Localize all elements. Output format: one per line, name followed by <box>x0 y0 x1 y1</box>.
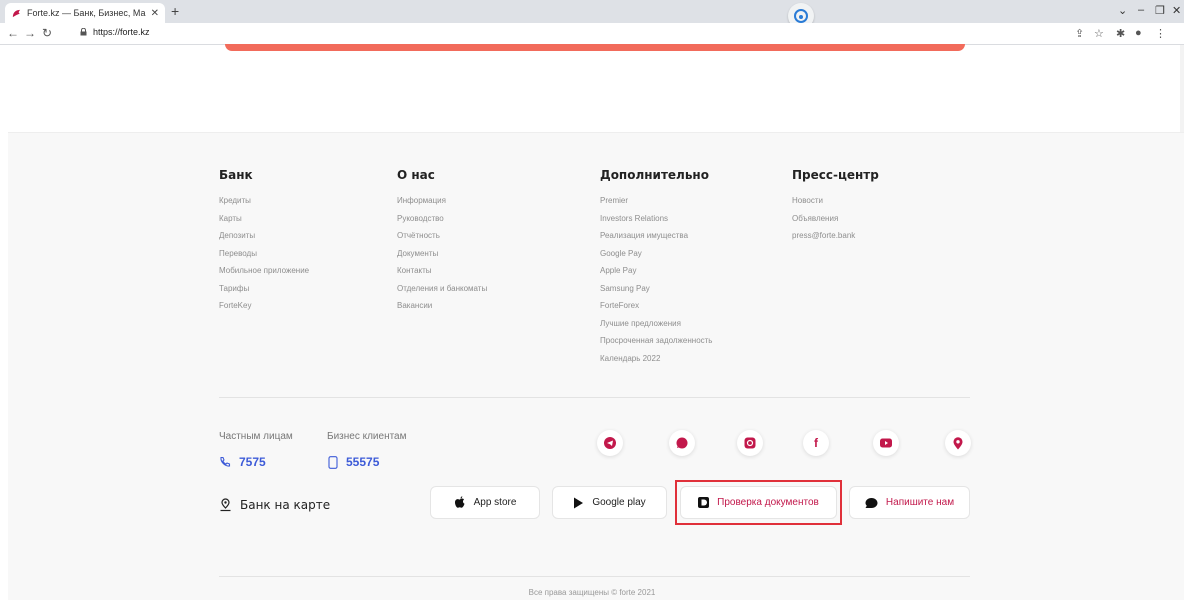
footer-link[interactable]: Объявления <box>792 213 879 231</box>
mobile-icon <box>328 455 338 469</box>
chat-bubble-icon <box>865 497 878 508</box>
footer-link[interactable]: Вакансии <box>397 300 487 318</box>
footer-column-press: Пресс-центр Новости Объявления press@for… <box>792 168 879 248</box>
footer-column-additional: Дополнительно Premier Investors Relation… <box>600 168 712 370</box>
footer-link[interactable]: Документы <box>397 248 487 266</box>
restore-icon[interactable]: ❐ <box>1155 4 1165 17</box>
footer-link[interactable]: Investors Relations <box>600 213 712 231</box>
reload-icon[interactable]: ↻ <box>42 26 52 40</box>
footer-link[interactable]: Карты <box>219 213 309 231</box>
footer-link[interactable]: Отчётность <box>397 230 487 248</box>
profile-avatar-icon[interactable]: ● <box>1135 27 1142 39</box>
footer-link[interactable]: Отделения и банкоматы <box>397 283 487 301</box>
share-icon[interactable]: ⇪ <box>1075 27 1084 40</box>
footer-link[interactable]: Новости <box>792 195 879 213</box>
app-store-button[interactable]: App store <box>430 486 540 519</box>
new-tab-button[interactable]: + <box>171 4 179 18</box>
footer-link[interactable]: Контакты <box>397 265 487 283</box>
url-text: https://forte.kz <box>93 27 150 37</box>
chevron-down-icon[interactable]: ⌄ <box>1118 4 1127 17</box>
google-play-label: Google play <box>592 497 646 508</box>
telegram-icon[interactable] <box>597 430 623 456</box>
column-title: О нас <box>397 168 435 182</box>
footer-link[interactable]: press@forte.bank <box>792 230 879 248</box>
footer-link[interactable]: Депозиты <box>219 230 309 248</box>
bookmark-star-icon[interactable]: ☆ <box>1094 27 1104 40</box>
map-pin-icon <box>220 498 231 512</box>
footer-link[interactable]: Apple Pay <box>600 265 712 283</box>
footer-link[interactable]: Premier <box>600 195 712 213</box>
forte-favicon-icon <box>12 9 21 17</box>
app-store-label: App store <box>473 497 517 508</box>
write-us-button[interactable]: Напишите нам <box>849 486 970 519</box>
footer-link[interactable]: Просроченная задолженность <box>600 335 712 353</box>
footer-column-bank: Банк Кредиты Карты Депозиты Переводы Моб… <box>219 168 309 318</box>
column-title: Дополнительно <box>600 168 709 182</box>
bank-on-map-link[interactable]: Банк на карте <box>219 498 330 512</box>
footer-link[interactable]: Лучшие предложения <box>600 318 712 336</box>
footer-link[interactable]: Мобильное приложение <box>219 265 309 283</box>
kebab-menu-icon[interactable]: ⋮ <box>1155 27 1166 40</box>
whatsapp-icon[interactable] <box>669 430 695 456</box>
address-bar[interactable]: https://forte.kz <box>80 27 150 37</box>
bank-on-map-label: Банк на карте <box>240 498 331 512</box>
private-phone[interactable]: 7575 <box>219 455 266 469</box>
footer-link[interactable]: Реализация имущества <box>600 230 712 248</box>
browser-tabstrip: Forte.kz — Банк, Бизнес, Маркет ✕ + ⌄ – … <box>0 0 1184 29</box>
extensions-puzzle-icon[interactable]: ✱ <box>1116 27 1125 40</box>
footer-link[interactable]: Календарь 2022 <box>600 353 712 371</box>
private-phone-number: 7575 <box>239 455 266 469</box>
footer-divider <box>219 397 970 398</box>
highlight-box <box>675 480 842 525</box>
apple-icon <box>454 496 465 508</box>
business-clients-label[interactable]: Бизнес клиентам <box>327 431 407 442</box>
back-icon[interactable]: ← <box>7 26 19 40</box>
google-play-icon <box>574 497 584 508</box>
phone-icon <box>220 456 231 467</box>
header-accent-bar <box>225 44 965 51</box>
footer-link[interactable]: Google Pay <box>600 248 712 266</box>
footer-link[interactable]: ForteKey <box>219 300 309 318</box>
google-play-button[interactable]: Google play <box>552 486 667 519</box>
footer-bottom-divider <box>219 576 970 577</box>
footer-link[interactable]: Руководство <box>397 213 487 231</box>
private-clients-label[interactable]: Частным лицам <box>219 431 293 442</box>
instagram-icon[interactable] <box>737 430 763 456</box>
site-footer <box>8 132 1184 600</box>
footer-link[interactable]: Samsung Pay <box>600 283 712 301</box>
column-title: Пресс-центр <box>792 168 879 182</box>
business-phone-number: 55575 <box>346 455 380 469</box>
tab-title: Forte.kz — Банк, Бизнес, Маркет <box>27 8 146 18</box>
business-phone[interactable]: 55575 <box>328 455 379 469</box>
write-us-label: Напишите нам <box>885 497 955 508</box>
browser-toolbar: ← → ↻ https://forte.kz ⇪ ☆ ✱ ● ⋮ <box>0 23 1184 45</box>
footer-link[interactable]: ForteForex <box>600 300 712 318</box>
youtube-icon[interactable] <box>873 430 899 456</box>
tab-close-icon[interactable]: ✕ <box>151 8 159 19</box>
lock-icon <box>80 28 87 36</box>
footer-link[interactable]: Информация <box>397 195 487 213</box>
footer-link[interactable]: Переводы <box>219 248 309 266</box>
footer-column-about: О нас Информация Руководство Отчётность … <box>397 168 487 318</box>
footer-link[interactable]: Тарифы <box>219 283 309 301</box>
copyright-text: Все права защищены © forte 2021 <box>528 588 656 597</box>
window-close-icon[interactable]: ✕ <box>1172 4 1181 17</box>
facebook-icon[interactable]: f <box>803 430 829 456</box>
browser-tab[interactable]: Forte.kz — Банк, Бизнес, Маркет ✕ <box>5 3 165 23</box>
minimize-icon[interactable]: – <box>1138 4 1144 16</box>
forward-icon[interactable]: → <box>24 26 36 40</box>
location-icon[interactable] <box>945 430 971 456</box>
column-title: Банк <box>219 168 253 182</box>
footer-link[interactable]: Кредиты <box>219 195 309 213</box>
